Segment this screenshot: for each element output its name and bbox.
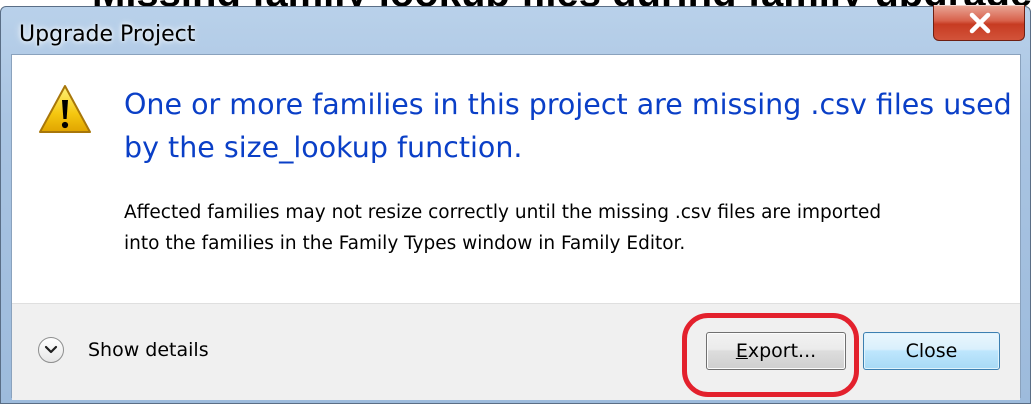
screenshot: Missing family lookup files during famil… (0, 0, 1031, 404)
dialog-content: One or more families in this project are… (11, 54, 1021, 400)
show-details-toggle[interactable]: Show details (38, 334, 209, 366)
message-body-line-1: Affected families may not resize correct… (124, 202, 882, 223)
chevron-down-icon (44, 345, 58, 354)
main-instruction-line-1: One or more families in this project are… (124, 88, 1012, 121)
window-close-button[interactable] (933, 5, 1025, 41)
export-button[interactable]: Export... (706, 332, 846, 370)
main-instruction: One or more families in this project are… (124, 83, 1012, 169)
main-instruction-line-2: by the size_lookup function. (124, 131, 523, 164)
close-button[interactable]: Close (863, 332, 1000, 370)
message-body: Affected families may not resize correct… (124, 197, 1004, 259)
close-icon (969, 12, 991, 34)
dialog-footer: Show details Export... Close (12, 303, 1020, 400)
window-title: Upgrade Project (19, 22, 196, 47)
warning-icon (39, 85, 91, 133)
message-body-line-2: into the families in the Family Types wi… (124, 233, 686, 254)
export-button-label: Export... (735, 340, 817, 362)
close-button-label: Close (905, 340, 958, 362)
expand-chevron-icon[interactable] (38, 337, 64, 363)
show-details-label[interactable]: Show details (88, 339, 209, 361)
